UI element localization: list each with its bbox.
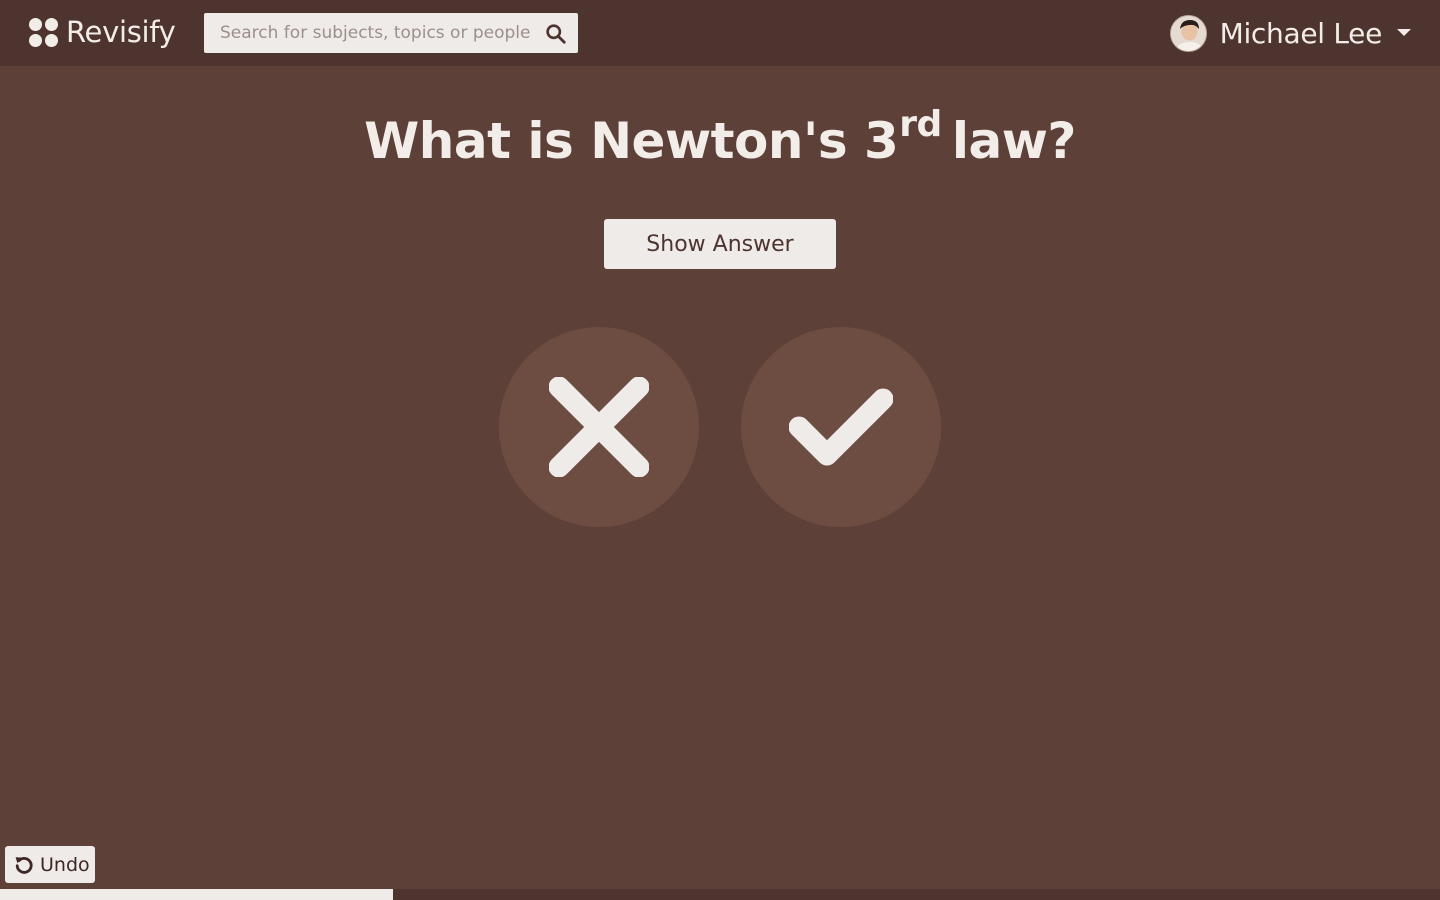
wrong-answer-button[interactable] [499, 327, 699, 527]
show-answer-button[interactable]: Show Answer [604, 219, 836, 269]
user-menu[interactable]: Michael Lee [1169, 14, 1412, 52]
search-icon[interactable] [545, 23, 566, 44]
question-suffix: law? [951, 112, 1077, 170]
undo-button[interactable]: Undo [5, 846, 95, 883]
question-superscript: rd [899, 104, 942, 145]
search-box [204, 13, 578, 53]
question-text: What is Newton's 3rd law? [0, 107, 1440, 171]
chevron-down-icon [1397, 29, 1411, 36]
avatar[interactable] [1169, 14, 1207, 52]
progress-fill [0, 889, 394, 900]
undo-icon [15, 856, 33, 874]
correct-answer-button[interactable] [741, 327, 941, 527]
top-bar: Revisify Michael Lee [0, 0, 1440, 66]
progress-bar [0, 889, 1440, 900]
cross-icon [549, 377, 649, 477]
search-input[interactable] [204, 13, 534, 53]
logo-link[interactable]: Revisify [29, 14, 176, 50]
check-icon [789, 388, 893, 466]
logo-text: Revisify [66, 15, 176, 49]
four-dots-logo-icon [29, 17, 59, 47]
user-name: Michael Lee [1219, 16, 1383, 50]
question-prefix: What is Newton's 3 [364, 112, 899, 170]
undo-label: Undo [40, 853, 90, 876]
